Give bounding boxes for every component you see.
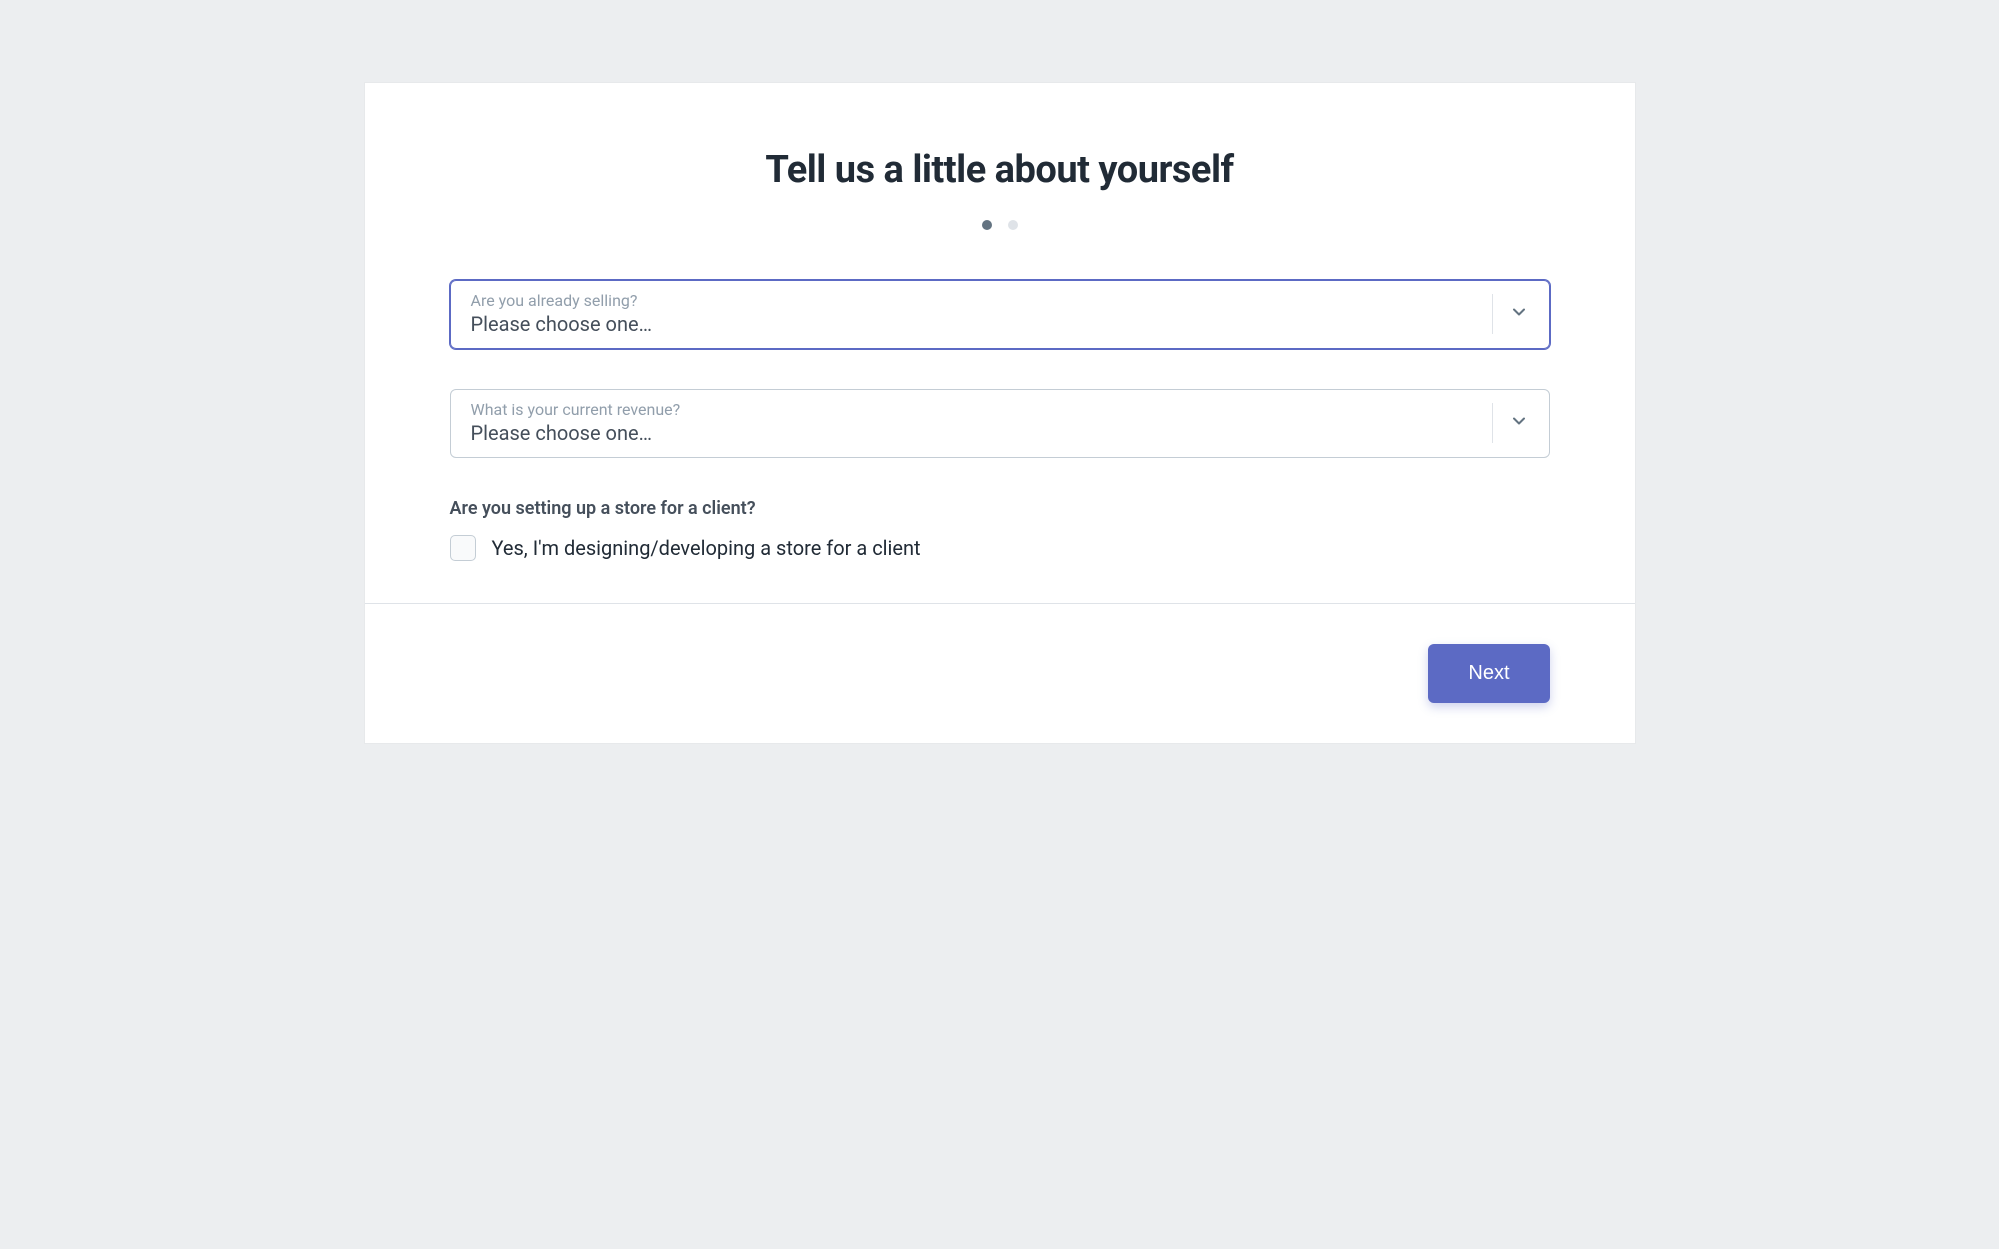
step-dot-2 [1008, 220, 1018, 230]
page-title: Tell us a little about yourself [450, 148, 1550, 192]
chevron-down-icon [1509, 302, 1529, 326]
revenue-select-label: What is your current revenue? [471, 400, 1492, 419]
client-setup-label: Are you setting up a store for a client? [450, 498, 1550, 519]
client-setup-question: Are you setting up a store for a client?… [450, 498, 1550, 561]
next-button[interactable]: Next [1428, 644, 1549, 703]
card-header: Tell us a little about yourself [365, 83, 1635, 230]
client-setup-checkbox-row[interactable]: Yes, I'm designing/developing a store fo… [450, 535, 1550, 561]
client-setup-checkbox-label: Yes, I'm designing/developing a store fo… [492, 536, 921, 560]
onboarding-card: Tell us a little about yourself Are you … [365, 83, 1635, 743]
revenue-select-content: What is your current revenue? Please cho… [471, 400, 1492, 445]
select-divider [1492, 403, 1493, 443]
revenue-select[interactable]: What is your current revenue? Please cho… [450, 389, 1550, 458]
selling-select-content: Are you already selling? Please choose o… [471, 291, 1492, 336]
step-indicator [450, 220, 1550, 230]
revenue-select-value: Please choose one… [471, 421, 652, 445]
select-divider [1492, 294, 1493, 334]
selling-select-label: Are you already selling? [471, 291, 1492, 310]
client-setup-checkbox[interactable] [450, 535, 476, 561]
card-footer: Next [365, 603, 1635, 743]
selling-select-value: Please choose one… [471, 312, 652, 336]
select-indicator [1492, 403, 1529, 443]
step-dot-1 [982, 220, 992, 230]
chevron-down-icon [1509, 411, 1529, 435]
form-body: Are you already selling? Please choose o… [365, 280, 1635, 603]
select-indicator [1492, 294, 1529, 334]
selling-select[interactable]: Are you already selling? Please choose o… [450, 280, 1550, 349]
